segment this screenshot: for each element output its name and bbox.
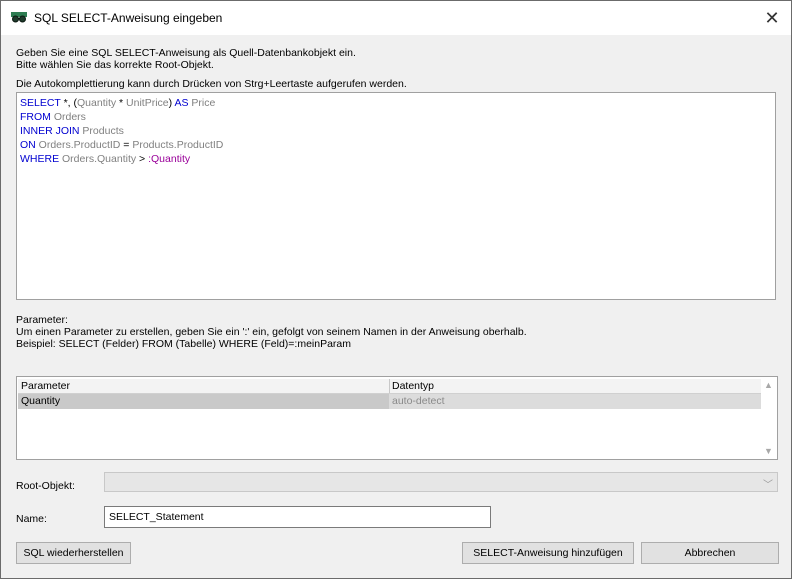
parameter-grid[interactable]: Parameter Datentyp Quantity auto-detect …	[16, 376, 778, 460]
scroll-up-icon[interactable]: ▲	[761, 378, 776, 392]
sql-line-4: ON Orders.ProductID = Products.ProductID	[20, 138, 772, 152]
sql-keyword: ON	[20, 139, 36, 151]
close-icon[interactable]: ✕	[759, 5, 785, 31]
sql-identifier: Orders.ProductID	[35, 139, 121, 151]
sql-keyword: INNER JOIN	[20, 125, 80, 137]
dialog-content: Geben Sie eine SQL SELECT-Anweisung als …	[1, 35, 791, 578]
sql-text: *, (	[60, 97, 78, 109]
vertical-scrollbar[interactable]: ▲ ▼	[761, 378, 776, 458]
sql-text: =	[120, 139, 133, 151]
intro-line-3: Die Autokomplettierung kann durch Drücke…	[16, 78, 407, 90]
intro-line-2: Bitte wählen Sie das korrekte Root-Objek…	[16, 59, 214, 71]
database-glasses-icon	[11, 12, 27, 24]
root-object-select[interactable]: ﹀	[104, 472, 778, 492]
sql-line-5: WHERE Orders.Quantity > :Quantity	[20, 152, 772, 166]
sql-identifier: Products	[79, 125, 124, 137]
root-object-label: Root-Objekt:	[16, 480, 75, 492]
sql-editor[interactable]: SELECT *, (Quantity * UnitPrice) AS Pric…	[16, 92, 776, 300]
cell-type[interactable]: auto-detect	[392, 395, 445, 407]
sql-keyword: FROM	[20, 111, 51, 123]
params-help-line-1: Um einen Parameter zu erstellen, geben S…	[16, 326, 527, 338]
sql-keyword: WHERE	[20, 153, 60, 165]
sql-line-1: SELECT *, (Quantity * UnitPrice) AS Pric…	[20, 96, 772, 110]
sql-parameter: :Quantity	[148, 153, 191, 165]
sql-keyword: AS	[174, 97, 189, 109]
params-help-line-2: Beispiel: SELECT (Felder) FROM (Tabelle)…	[16, 338, 352, 350]
chevron-down-icon[interactable]: ﹀	[763, 476, 773, 491]
window-title: SQL SELECT-Anweisung eingeben	[34, 11, 223, 25]
intro-line-1: Geben Sie eine SQL SELECT-Anweisung als …	[16, 47, 356, 59]
sql-identifier: Price	[188, 97, 216, 109]
sql-identifier: Quantity	[77, 97, 117, 109]
table-row[interactable]: Quantity auto-detect	[18, 394, 761, 409]
sql-identifier: Orders	[50, 111, 86, 123]
name-label: Name:	[16, 513, 47, 525]
column-divider[interactable]	[389, 379, 390, 393]
scroll-down-icon[interactable]: ▼	[761, 444, 776, 458]
params-heading: Parameter:	[16, 314, 68, 326]
sql-line-3: INNER JOIN Products	[20, 124, 772, 138]
grid-header: Parameter Datentyp	[18, 379, 761, 394]
cell-parameter[interactable]: Quantity	[21, 395, 60, 407]
column-header-type[interactable]: Datentyp	[392, 380, 434, 392]
column-header-parameter[interactable]: Parameter	[21, 380, 70, 392]
restore-sql-button[interactable]: SQL wiederherstellen	[16, 542, 131, 564]
sql-text: *	[116, 97, 127, 109]
sql-identifier: Products.ProductID	[132, 139, 224, 151]
sql-line-2: FROM Orders	[20, 110, 772, 124]
add-select-button[interactable]: SELECT-Anweisung hinzufügen	[462, 542, 634, 564]
sql-text: >	[136, 153, 149, 165]
sql-identifier: Orders.Quantity	[59, 153, 137, 165]
title-bar: SQL SELECT-Anweisung eingeben ✕	[1, 1, 791, 36]
sql-keyword: SELECT	[20, 97, 61, 109]
name-input[interactable]	[104, 506, 491, 528]
cancel-button[interactable]: Abbrechen	[641, 542, 779, 564]
dialog-window: SQL SELECT-Anweisung eingeben ✕ Geben Si…	[0, 0, 792, 579]
sql-identifier: UnitPrice	[126, 97, 169, 109]
